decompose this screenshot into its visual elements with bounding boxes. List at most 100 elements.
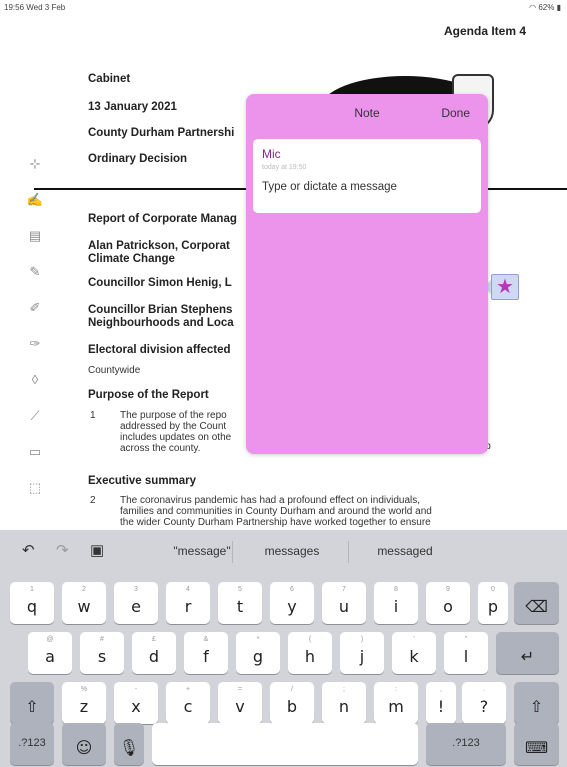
agenda-item-label: Agenda Item 4 (444, 24, 527, 38)
note-author: Mic (262, 147, 281, 161)
key-f[interactable]: & f (184, 632, 228, 674)
key-m[interactable]: :m (374, 682, 418, 724)
exec-line: The coronavirus pandemic has had a profo… (120, 495, 421, 506)
executive-summary-heading: Executive summary (88, 475, 197, 487)
key-n[interactable]: ; n (322, 682, 366, 724)
note-card: Mic today at 19:50 Type or dictate a mes… (253, 139, 481, 213)
key-s[interactable]: # s (80, 632, 124, 674)
shift-key-right[interactable]: ⇧ (514, 682, 559, 724)
key-q[interactable]: 1q (10, 582, 54, 624)
key-a[interactable]: @ a (28, 632, 72, 674)
key-question[interactable]: .? (462, 682, 506, 724)
return-icon: ↵ (520, 647, 535, 666)
key-o[interactable]: 9o (426, 582, 470, 624)
key-h[interactable]: (h (288, 632, 332, 674)
wifi-icon: ◠ (529, 3, 537, 12)
key-t[interactable]: 5t (218, 582, 262, 624)
numbers-key-right[interactable]: .?123 (426, 723, 506, 765)
space-bar[interactable] (152, 723, 418, 765)
key-y[interactable]: 6y (270, 582, 314, 624)
battery-percent: 62% (538, 3, 555, 12)
purpose-line: addressed by the Count (120, 421, 227, 432)
officer-line-2: Climate Change (88, 253, 175, 265)
eraser-icon[interactable]: ◊ (22, 370, 48, 390)
microphone-icon: 🎙 (118, 738, 140, 757)
note-popover: Note Done Mic today at 19:50 Type or dic… (246, 94, 488, 454)
key-e[interactable]: 3e (114, 582, 158, 624)
shift-icon: ⇧ (529, 697, 544, 716)
councillor-1: Councillor Simon Henig, L (88, 277, 232, 289)
star-annotation-icon[interactable]: ★ (491, 274, 519, 300)
redo-icon[interactable]: ↷ (56, 541, 69, 559)
numbers-key-left[interactable]: .?123 (10, 723, 54, 765)
councillor-2-line-2: Neighbourhoods and Loca (88, 317, 234, 329)
key-x[interactable]: -x (114, 682, 158, 724)
annotation-toolbar: ⊹ ✍ ▤ ✎ ✐ ✑ ◊ ⟋ ▭ ⬚ (22, 154, 48, 514)
report-of: Report of Corporate Manag (88, 213, 237, 225)
pen-plus-icon[interactable]: ✐ (22, 298, 48, 318)
key-i[interactable]: 8i (374, 582, 418, 624)
image-icon[interactable]: ▭ (22, 442, 48, 462)
shift-key-left[interactable]: ⇧ (10, 682, 54, 724)
purpose-heading: Purpose of the Report (88, 389, 209, 401)
key-k[interactable]: ' k (392, 632, 436, 674)
return-key[interactable]: ↵ (496, 632, 559, 674)
undo-icon[interactable]: ↶ (22, 541, 35, 559)
delete-icon: ⌫ (525, 597, 548, 616)
key-p[interactable]: 0p (478, 582, 508, 624)
selection-icon[interactable]: ⬚ (22, 478, 48, 498)
key-b[interactable]: / b (270, 682, 314, 724)
suggestion-plural[interactable]: messages (232, 544, 352, 558)
exec-number: 2 (90, 495, 96, 506)
exec-line: the wider County Durham Partnership have… (120, 517, 431, 528)
delete-key[interactable]: ⌫ (514, 582, 559, 624)
partnership-title: County Durham Partnershi (88, 127, 235, 139)
electoral-value: Countywide (88, 365, 141, 376)
electoral-heading: Electoral division affected (88, 344, 231, 356)
status-time: 19:56 Wed 3 Feb (4, 3, 66, 12)
note-timestamp: today at 19:50 (262, 164, 307, 171)
purpose-line: The purpose of the repo (120, 410, 227, 421)
done-button[interactable]: Done (441, 106, 470, 120)
decision-type: Ordinary Decision (88, 153, 188, 165)
emoji-icon: ☺ (75, 738, 93, 757)
line-icon[interactable]: ⟋ (22, 406, 48, 426)
key-c[interactable]: + c (166, 682, 210, 724)
councillor-2-line-1: Councillor Brian Stephens (88, 304, 233, 316)
note-message-input[interactable]: Type or dictate a message (262, 181, 397, 193)
hide-keyboard-key[interactable]: ⌨ (514, 723, 559, 765)
suggestion-bar: ↶ ↷ ▣ "message" messages messaged (0, 530, 567, 574)
suggestion-past[interactable]: messaged (345, 544, 465, 558)
text-strike-icon[interactable]: ⊹ (22, 154, 48, 174)
battery-icon: ▮ (556, 3, 561, 12)
exec-line: families and communities in County Durha… (120, 506, 432, 517)
key-l[interactable]: " l (444, 632, 488, 674)
officer-line-1: Alan Patrickson, Corporat (88, 240, 230, 252)
pen-icon[interactable]: ✎ (22, 262, 48, 282)
key-r[interactable]: 4r (166, 582, 210, 624)
signature-icon[interactable]: ✍ (22, 190, 48, 210)
highlighter-icon[interactable]: ✑ (22, 334, 48, 354)
meeting-name: Cabinet (88, 73, 131, 85)
purpose-line: across the county. (120, 443, 201, 454)
battery-indicator: ◠ 62% ▮ (529, 3, 561, 12)
onscreen-keyboard: ↶ ↷ ▣ "message" messages messaged 1q 2w … (0, 530, 567, 767)
key-u[interactable]: 7u (322, 582, 366, 624)
meeting-date: 13 January 2021 (88, 101, 177, 113)
key-v[interactable]: = v (218, 682, 262, 724)
status-bar: 19:56 Wed 3 Feb ◠ 62% ▮ (0, 0, 567, 14)
shift-icon: ⇧ (25, 697, 39, 716)
key-z[interactable]: % z (62, 682, 106, 724)
key-j[interactable]: ) j (340, 632, 384, 674)
key-exclamation[interactable]: ,! (426, 682, 456, 724)
emoji-key[interactable]: ☺ (62, 723, 106, 765)
note-tool-icon[interactable]: ▤ (22, 226, 48, 246)
keyboard-hide-icon: ⌨ (524, 738, 549, 757)
paste-icon[interactable]: ▣ (90, 541, 104, 559)
purpose-line: includes updates on othe (120, 432, 232, 443)
key-w[interactable]: 2w (62, 582, 106, 624)
key-g[interactable]: * g (236, 632, 280, 674)
dictation-key[interactable]: 🎙 (114, 723, 144, 765)
purpose-number: 1 (90, 410, 96, 421)
key-d[interactable]: £ d (132, 632, 176, 674)
